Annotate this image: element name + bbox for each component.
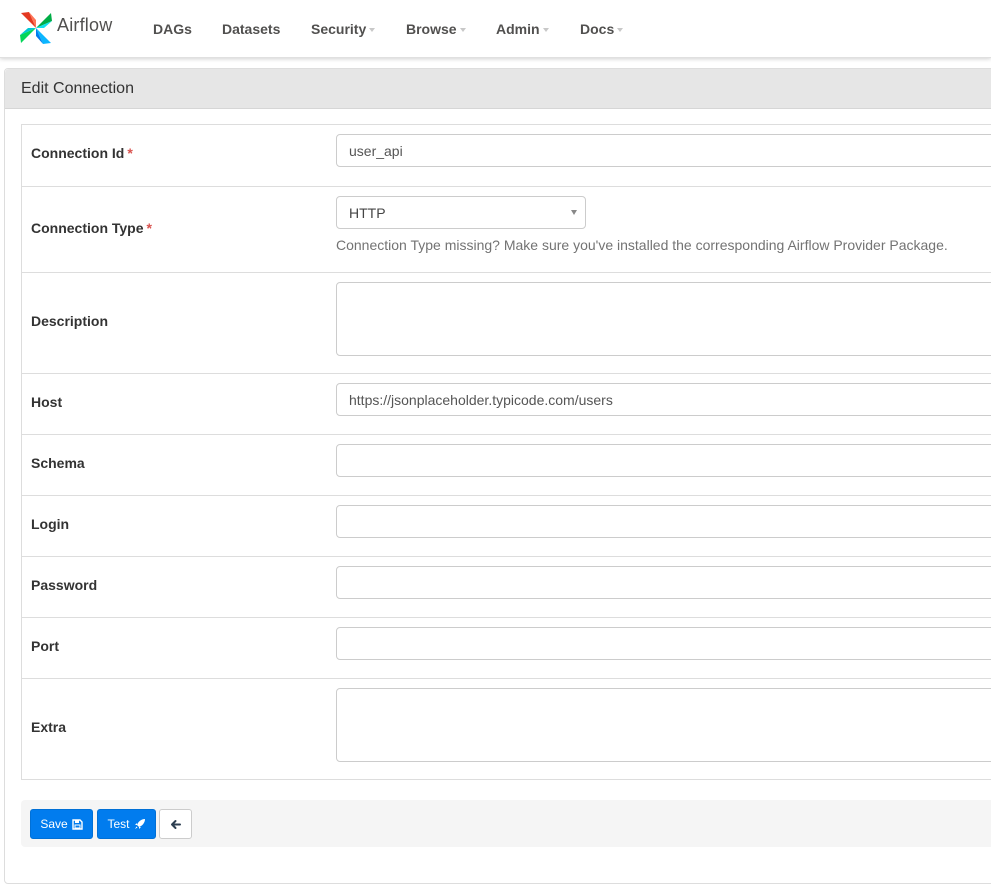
form-row-password: Password (22, 556, 991, 617)
schema-input[interactable] (336, 444, 991, 477)
select-arrow-icon (571, 210, 577, 215)
test-button[interactable]: Test (97, 809, 156, 839)
arrow-left-icon (171, 819, 181, 829)
nav-docs-label: Docs (580, 21, 615, 37)
nav-dags[interactable]: DAGs (153, 19, 192, 39)
edit-connection-panel: Edit Connection Connection Id * user_api … (4, 68, 991, 884)
save-button[interactable]: Save (30, 809, 93, 839)
extra-textarea[interactable] (336, 688, 991, 762)
test-button-label: Test (107, 817, 130, 831)
nav-datasets-label: Datasets (222, 21, 281, 37)
login-input[interactable] (336, 505, 991, 538)
brand-name: Airflow (57, 14, 113, 35)
nav-security-label: Security (311, 21, 367, 37)
password-label: Password (31, 577, 98, 593)
schema-label: Schema (31, 455, 85, 471)
host-label: Host (31, 394, 63, 410)
required-mark: * (146, 220, 152, 236)
panel-heading: Edit Connection (5, 69, 991, 109)
save-button-label: Save (40, 817, 68, 831)
connection-id-value: user_api (349, 142, 403, 159)
nav-datasets[interactable]: Datasets (222, 19, 280, 39)
password-input[interactable] (336, 566, 991, 599)
panel-title: Edit Connection (21, 79, 134, 97)
caret-down-icon (369, 28, 376, 32)
nav-docs[interactable]: Docs (580, 19, 624, 39)
connection-type-help: Connection Type missing? Make sure you'v… (336, 237, 948, 253)
description-label: Description (31, 313, 109, 329)
connection-type-value: HTTP (349, 204, 386, 221)
back-button[interactable] (159, 809, 192, 839)
caret-down-icon (459, 28, 466, 32)
login-label: Login (31, 516, 70, 532)
top-navbar: Airflow DAGs Datasets Security Browse Ad… (0, 0, 991, 58)
connection-id-input[interactable]: user_api (336, 134, 991, 167)
port-label: Port (31, 638, 59, 654)
form-row-host: Host https://jsonplaceholder.typicode.co… (22, 373, 991, 434)
connection-id-label: Connection Id * (31, 145, 133, 161)
airflow-pinwheel-icon (20, 12, 52, 44)
nav-admin-label: Admin (496, 21, 540, 37)
description-textarea[interactable] (336, 282, 991, 356)
required-mark: * (127, 145, 133, 161)
host-input[interactable]: https://jsonplaceholder.typicode.com/use… (336, 383, 991, 416)
form-row-connection-type: Connection Type * HTTP Connection Type mi… (22, 186, 991, 272)
brand-logo-link[interactable]: Airflow (18, 8, 112, 48)
nav-admin[interactable]: Admin (496, 19, 549, 39)
form-row-description: Description (22, 272, 991, 373)
connection-type-select[interactable]: HTTP (336, 196, 586, 229)
rocket-icon (134, 819, 145, 829)
nav-security[interactable]: Security (311, 19, 376, 39)
form-row-extra: Extra (22, 678, 991, 779)
form-row-login: Login (22, 495, 991, 556)
port-input[interactable] (336, 627, 991, 660)
connection-type-label: Connection Type * (31, 220, 152, 236)
host-value: https://jsonplaceholder.typicode.com/use… (349, 391, 613, 408)
connection-form: Connection Id * user_api Connection Type *… (21, 124, 991, 780)
caret-down-icon (542, 28, 549, 32)
nav-browse-label: Browse (406, 21, 457, 37)
floppy-disk-icon (71, 818, 83, 830)
nav-browse[interactable]: Browse (406, 19, 466, 39)
form-row-port: Port (22, 617, 991, 678)
nav-dags-label: DAGs (153, 21, 192, 37)
form-actions-bar: Save Test (21, 800, 991, 847)
extra-label: Extra (31, 719, 67, 735)
form-row-schema: Schema (22, 434, 991, 495)
caret-down-icon (617, 28, 624, 32)
form-row-connection-id: Connection Id * user_api (22, 125, 991, 186)
